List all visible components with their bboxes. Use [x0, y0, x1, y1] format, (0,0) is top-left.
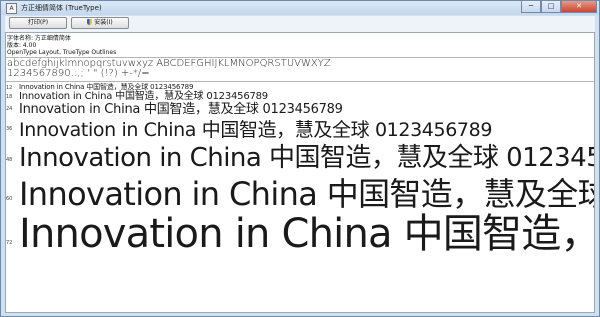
font-version-info: 版本: 4.00 [7, 42, 37, 49]
font-outline-info: OpenType Layout, TrueType Outlines [7, 49, 117, 56]
toolbar: 打印(P) 安装(I) [5, 16, 595, 32]
alphabet-digits-symbols: 1234567890.:,; ' " (!?) +-*/= [7, 68, 150, 79]
sample-text: Innovation in China 中国智造，慧及全球 0123456789 [19, 83, 194, 91]
font-file-icon: A [6, 3, 17, 14]
install-button-label: 安装(I) [94, 19, 113, 26]
minimize-button[interactable]: ─ [521, 1, 541, 13]
size-label: 48 [6, 157, 13, 163]
size-label: 72 [6, 240, 13, 246]
font-preview-pane[interactable]: 字体名称: 方正细倩简体 版本: 4.00 OpenType Layout, T… [5, 32, 595, 313]
divider [6, 81, 594, 82]
size-label: 12 [6, 85, 13, 91]
font-viewer-window: A 方正细倩简体 (TrueType) ─ □ ✕ 打印(P) 安装(I) 字体… [0, 0, 600, 317]
sample-text: Innovation in China 中国智造，慧及全球 0123456789 [19, 211, 594, 257]
sample-text: Innovation in China 中国智造，慧及全球 0123456789 [19, 143, 594, 173]
sample-text: Innovation in China 中国智造，慧及全球 0123456789 [19, 175, 595, 213]
font-name-info: 字体名称: 方正细倩简体 [7, 35, 71, 42]
close-button[interactable]: ✕ [561, 1, 597, 13]
print-button[interactable]: 打印(P) [9, 17, 67, 29]
size-label: 18 [6, 94, 13, 100]
sample-text: Innovation in China 中国智造，慧及全球 0123456789 [19, 102, 343, 117]
maximize-button[interactable]: □ [541, 1, 561, 13]
title-bar[interactable]: A 方正细倩简体 (TrueType) ─ □ ✕ [1, 1, 599, 15]
shield-icon [87, 19, 93, 25]
sample-text: Innovation in China 中国智造，慧及全球 0123456789 [19, 91, 268, 102]
size-label: 60 [6, 196, 13, 202]
size-label: 24 [6, 106, 13, 112]
print-button-label: 打印(P) [27, 19, 49, 26]
window-title: 方正细倩简体 (TrueType) [21, 4, 102, 12]
install-button[interactable]: 安装(I) [71, 17, 129, 29]
size-label: 36 [6, 126, 13, 132]
caption-buttons: ─ □ ✕ [521, 1, 597, 14]
sample-text: Innovation in China 中国智造，慧及全球 0123456789 [19, 119, 493, 141]
